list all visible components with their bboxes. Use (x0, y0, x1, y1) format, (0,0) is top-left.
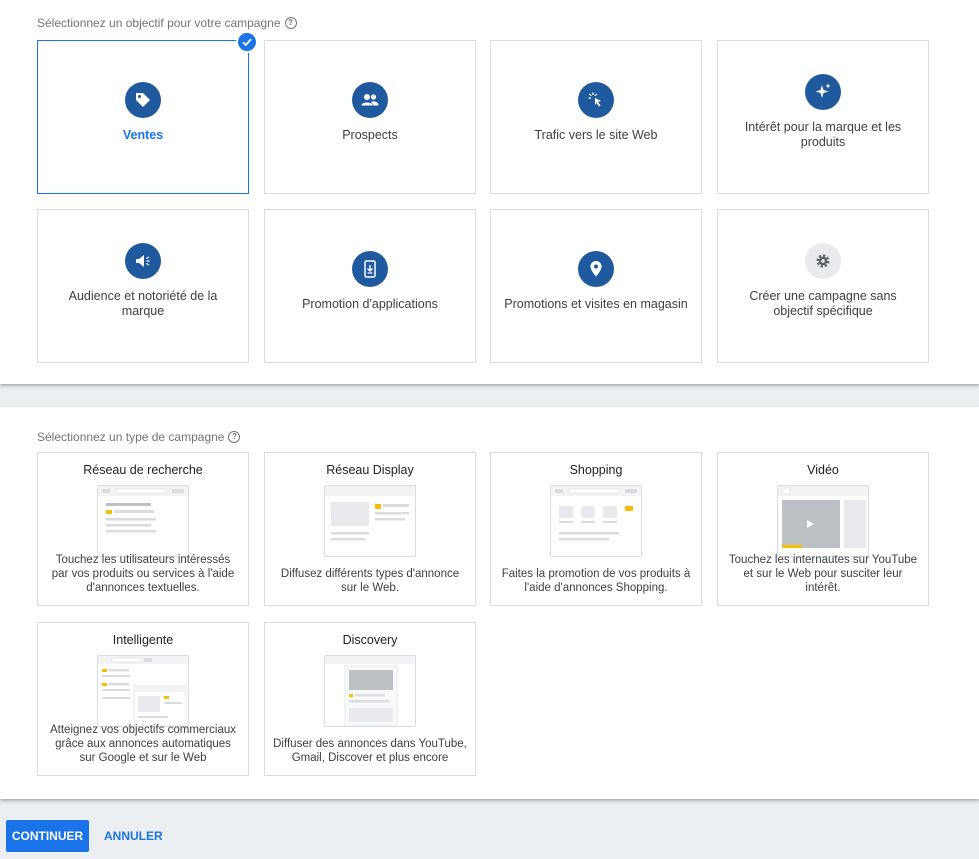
objective-label: Promotion d'applications (302, 297, 438, 311)
shopping-illustration (550, 485, 642, 557)
objective-section-title-text: Sélectionnez un objectif pour votre camp… (37, 16, 281, 30)
campaign-type-title: Vidéo (807, 463, 839, 477)
campaign-type-title: Intelligente (112, 633, 174, 647)
discovery-illustration (324, 655, 416, 727)
objective-label: Intérêt pour la marque et les produits (744, 120, 902, 149)
help-icon[interactable]: ? (228, 431, 241, 443)
campaign-type-discovery[interactable]: Discovery Diffuser des annonces dans You… (264, 622, 476, 776)
gear-icon (805, 243, 841, 279)
campaign-type-video[interactable]: Vidéo Touchez les internautes sur YouTub… (717, 452, 929, 606)
display-illustration (324, 485, 416, 557)
campaign-type-description: Diffuser des annonces dans YouTube, Gmai… (273, 738, 467, 764)
campaign-type-title: Shopping (569, 463, 623, 477)
objective-card-prospects[interactable]: Prospects (264, 40, 476, 194)
campaign-type-description: Touchez les utilisateurs intéressés par … (51, 554, 235, 594)
check-icon (236, 31, 258, 53)
video-illustration (777, 485, 869, 557)
people-icon (352, 82, 388, 118)
objective-card-audience[interactable]: Audience et notoriété de la marque (37, 209, 249, 363)
help-icon[interactable]: ? (284, 17, 297, 29)
objective-card-trafic[interactable]: Trafic vers le site Web (490, 40, 702, 194)
campaign-type-display[interactable]: Réseau Display Diffusez différents types… (264, 452, 476, 606)
campaign-type-title: Réseau Display (326, 463, 414, 477)
objective-label: Créer une campagne sans objectif spécifi… (749, 289, 897, 318)
continue-button[interactable]: CONTINUER (6, 820, 89, 852)
smart-illustration (97, 655, 189, 727)
campaign-type-description: Faites la promotion de vos produits à l'… (501, 568, 691, 594)
objective-label: Trafic vers le site Web (534, 128, 658, 142)
campaign-type-smart[interactable]: Intelligente Atteignez vos objectifs com… (37, 622, 249, 776)
search-illustration (97, 485, 189, 557)
objective-card-marque-produits[interactable]: Intérêt pour la marque et les produits (717, 40, 929, 194)
campaign-type-description: Touchez les internautes sur YouTube et s… (728, 554, 918, 594)
cursor-click-icon (578, 82, 614, 118)
objective-section-title: Sélectionnez un objectif pour votre camp… (37, 16, 297, 30)
cancel-button[interactable]: ANNULER (99, 820, 168, 852)
campaign-type-section-title: Sélectionnez un type de campagne ? (37, 430, 241, 444)
objective-label: Ventes (122, 128, 164, 142)
tag-icon (125, 82, 161, 118)
objective-card-sans-objectif[interactable]: Créer une campagne sans objectif spécifi… (717, 209, 929, 363)
objective-card-applications[interactable]: Promotion d'applications (264, 209, 476, 363)
objective-card-ventes[interactable]: Ventes (37, 31, 258, 194)
location-pin-icon (578, 251, 614, 287)
phone-download-icon (352, 251, 388, 287)
megaphone-icon (125, 243, 161, 279)
objective-label: Prospects (342, 128, 398, 142)
campaign-type-description: Diffusez différents types d'annonce sur … (280, 568, 460, 594)
objective-label: Promotions et visites en magasin (504, 297, 688, 311)
campaign-type-title: Réseau de recherche (83, 463, 203, 477)
objective-panel: Sélectionnez un objectif pour votre camp… (0, 0, 979, 384)
sparkle-icon (805, 74, 841, 110)
campaign-type-panel: Sélectionnez un type de campagne ? Résea… (0, 407, 979, 799)
campaign-type-description: Atteignez vos objectifs commerciaux grâc… (50, 724, 236, 764)
campaign-type-search[interactable]: Réseau de recherche Touchez les utilisat… (37, 452, 249, 606)
campaign-type-shopping[interactable]: Shopping Faites la promotion de vos prod… (490, 452, 702, 606)
objective-card-magasin[interactable]: Promotions et visites en magasin (490, 209, 702, 363)
campaign-type-title: Discovery (342, 633, 398, 647)
campaign-type-section-title-text: Sélectionnez un type de campagne (37, 430, 225, 444)
objective-label: Audience et notoriété de la marque (68, 289, 218, 318)
